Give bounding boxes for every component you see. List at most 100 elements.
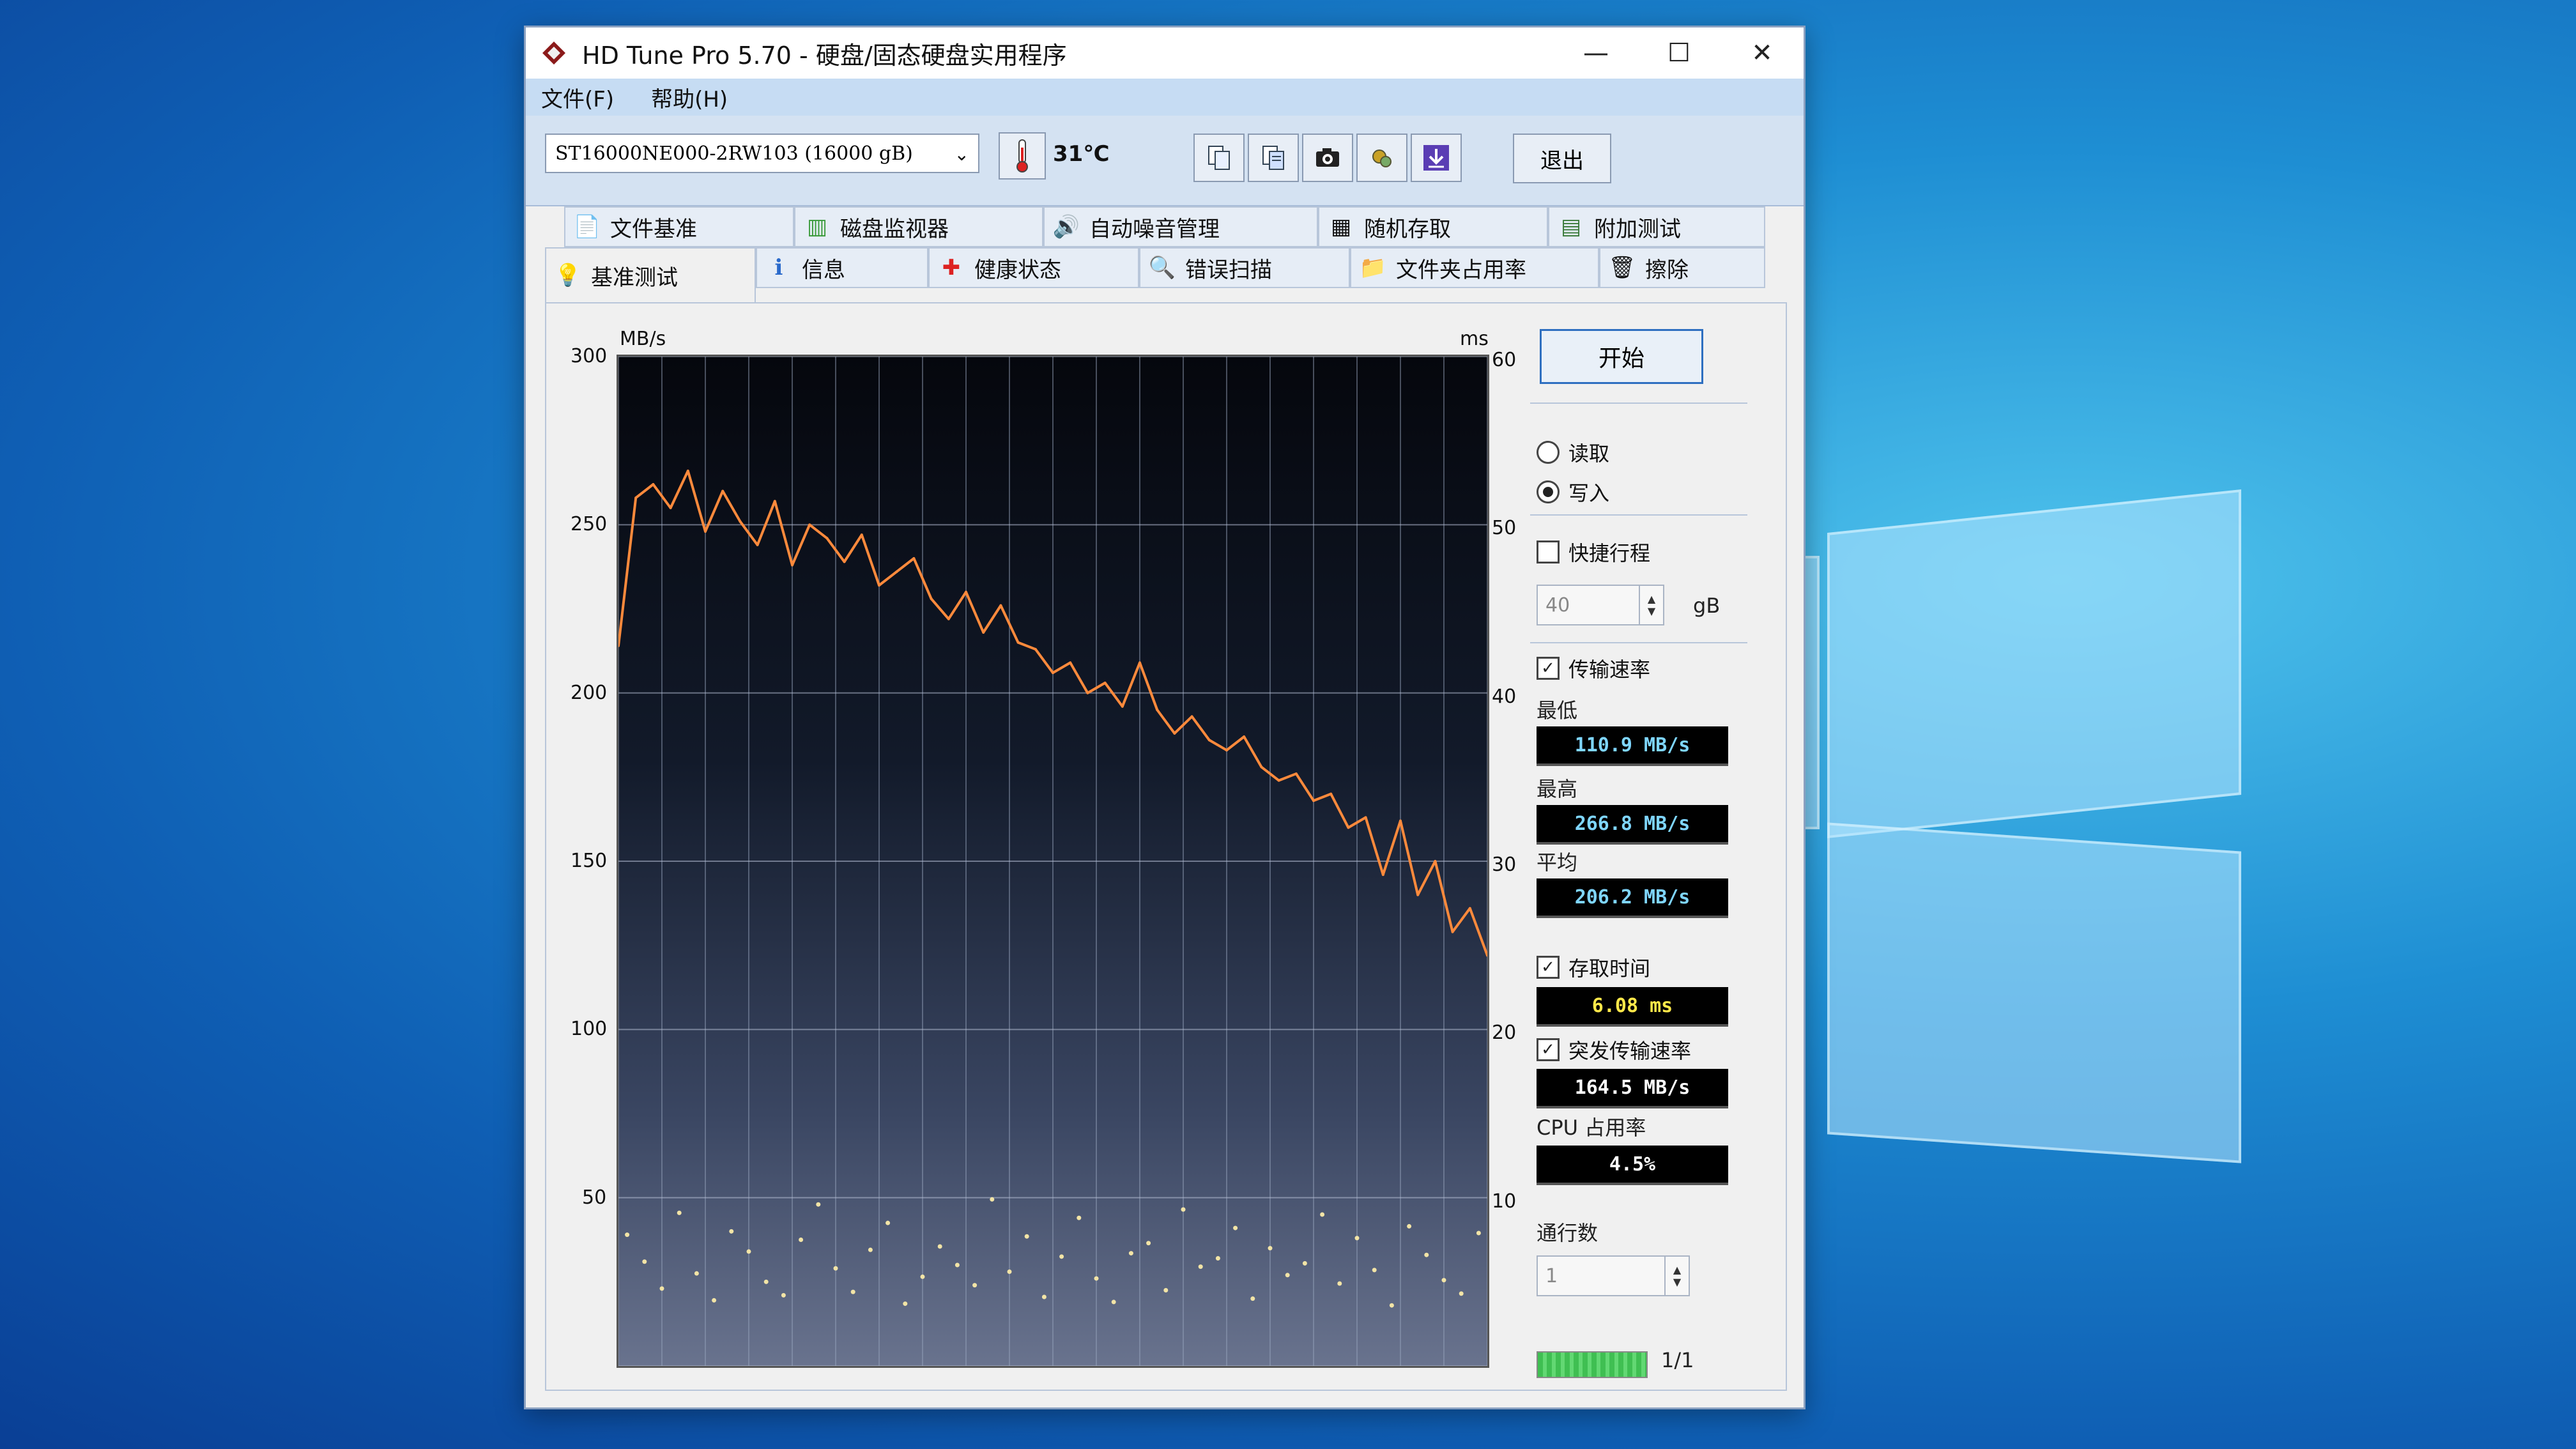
transfer-rate-point (1243, 735, 1246, 739)
screenshot-button[interactable] (1302, 134, 1353, 182)
divider (1530, 514, 1747, 516)
cpu-usage-display: 4.5% (1537, 1146, 1728, 1185)
transfer-rate-point (704, 530, 707, 533)
drive-select[interactable]: ST16000NE000-2RW103 (16000 gB) ⌄ (545, 134, 979, 173)
tab-aam[interactable]: 🔊 自动噪音管理 (1043, 206, 1318, 247)
transfer-rate-point (1364, 816, 1367, 819)
access-time-point (712, 1298, 717, 1303)
access-time-point (1181, 1207, 1186, 1212)
desktop-windows-logo-pane (1827, 822, 2241, 1163)
access-time-point (1459, 1291, 1464, 1296)
radio-dot (1543, 487, 1553, 497)
access-time-point (885, 1220, 891, 1225)
maximize-button[interactable]: ☐ (1637, 27, 1721, 79)
tab-random-access[interactable]: ▦ 随机存取 (1318, 206, 1548, 247)
benchmark-chart (617, 355, 1489, 1368)
cpu-usage-label: CPU 占用率 (1537, 1116, 1646, 1140)
menu-help[interactable]: 帮助(H) (651, 82, 728, 113)
passes-value: 1 (1545, 1264, 1558, 1287)
access-time-point (659, 1286, 664, 1291)
tab-benchmark[interactable]: 💡 基准测试 (545, 247, 756, 302)
access-time-point (746, 1249, 751, 1254)
transfer-rate-point (1347, 826, 1350, 829)
transfer-rate-point (1416, 893, 1420, 896)
checkbox-box: ✓ (1537, 1038, 1560, 1061)
transfer-rate-point (669, 507, 672, 509)
menu-file[interactable]: 文件(F) (541, 82, 614, 113)
y-tick-label-left: 100 (571, 1018, 608, 1041)
tab-error-scan[interactable]: 🔍 错误扫描 (1139, 247, 1350, 288)
min-value-display: 110.9 MB/s (1537, 726, 1728, 766)
tab-label: 自动噪音管理 (1089, 216, 1220, 242)
save-button[interactable] (1411, 134, 1462, 182)
passes-label: 通行数 (1537, 1221, 1598, 1245)
tab-info[interactable]: ℹ 信息 (756, 247, 928, 288)
close-button[interactable]: ✕ (1721, 27, 1804, 79)
access-time-point (1285, 1273, 1290, 1278)
transfer-rate-point (1052, 671, 1054, 675)
exit-button[interactable]: 退出 (1513, 134, 1611, 183)
access-time-point (972, 1283, 977, 1288)
tab-erase[interactable]: 🗑 擦除 (1599, 247, 1765, 288)
checkbox-box: ✓ (1537, 956, 1560, 979)
short-stroke-checkbox[interactable]: 快捷行程 (1537, 537, 1650, 567)
transfer-rate-point (721, 489, 724, 493)
max-label: 最高 (1537, 777, 1578, 801)
tab-label: 文件基准 (610, 216, 697, 242)
read-radio[interactable]: 读取 (1537, 438, 1609, 467)
access-time-point (1372, 1268, 1377, 1273)
access-time-point (1320, 1212, 1325, 1217)
max-value-display: 266.8 MB/s (1537, 805, 1728, 845)
spinner-arrows[interactable]: ▲ ▼ (1639, 586, 1663, 624)
benchmark-chart-svg (618, 356, 1487, 1366)
access-time-point (1146, 1241, 1151, 1246)
transfer-rate-point (999, 604, 1002, 607)
transfer-rate-point (1208, 739, 1211, 742)
transfer-rate-point (930, 597, 933, 601)
y-tick-label-right: 40 (1492, 685, 1517, 708)
start-button[interactable]: 开始 (1540, 329, 1703, 384)
access-time-point (920, 1274, 925, 1279)
options-icon (1372, 150, 1392, 167)
benchmark-panel: MB/s ms 300 250 200 150 100 50 60 50 40 30 20 10 开… (545, 302, 1787, 1391)
access-time-point (1024, 1234, 1029, 1239)
access-time-point (729, 1229, 734, 1234)
burst-rate-checkbox[interactable]: ✓ 突发传输速率 (1537, 1035, 1691, 1064)
tab-folder-usage[interactable]: 📁 文件夹占用率 (1350, 247, 1599, 288)
access-time-point (799, 1238, 804, 1242)
magnifier-icon: 🔍 (1148, 255, 1176, 280)
transfer-rate-point (1312, 799, 1315, 802)
tab-health[interactable]: ✚ 健康状态 (928, 247, 1139, 288)
copy-all-button[interactable] (1248, 134, 1299, 182)
tab-label: 擦除 (1645, 257, 1689, 283)
tab-disk-monitor[interactable]: ▥ 磁盘监视器 (794, 206, 1043, 247)
spinner-arrows[interactable]: ▲ ▼ (1664, 1257, 1689, 1295)
copy-text-button[interactable] (1193, 134, 1245, 182)
transfer-rate-point (1451, 930, 1454, 933)
options-button[interactable] (1356, 134, 1407, 182)
bar-chart-icon: ▥ (806, 214, 828, 240)
tab-label: 错误扫描 (1185, 257, 1272, 283)
access-time-point (1077, 1215, 1082, 1220)
access-time-point (1215, 1255, 1220, 1261)
passes-input[interactable]: 1 ▲ ▼ (1537, 1255, 1690, 1296)
trash-icon: 🗑 (1608, 255, 1636, 280)
minimize-button[interactable]: — (1554, 27, 1637, 79)
tab-file-benchmark[interactable]: 📄 文件基准 (564, 206, 794, 247)
tab-extra-tests[interactable]: ▤ 附加测试 (1548, 206, 1765, 247)
access-time-point (1476, 1230, 1481, 1236)
access-time-point (937, 1244, 942, 1249)
access-time-point (1337, 1281, 1342, 1286)
write-radio[interactable]: 写入 (1537, 477, 1609, 507)
access-time-point (868, 1247, 873, 1252)
tab-label: 健康状态 (974, 257, 1061, 283)
toolbar: ST16000NE000-2RW103 (16000 gB) ⌄ 31℃ 退出 (526, 116, 1804, 206)
access-time-checkbox[interactable]: ✓ 存取时间 (1537, 953, 1650, 982)
short-stroke-label: 快捷行程 (1568, 541, 1651, 565)
transfer-rate-checkbox[interactable]: ✓ 传输速率 (1537, 654, 1650, 683)
access-time-point (1163, 1288, 1169, 1292)
access-time-point (1094, 1276, 1099, 1281)
divider (1530, 642, 1747, 643)
short-stroke-size-input[interactable]: 40 ▲ ▼ (1537, 585, 1664, 625)
file-benchmark-icon: 📄 (573, 214, 601, 240)
